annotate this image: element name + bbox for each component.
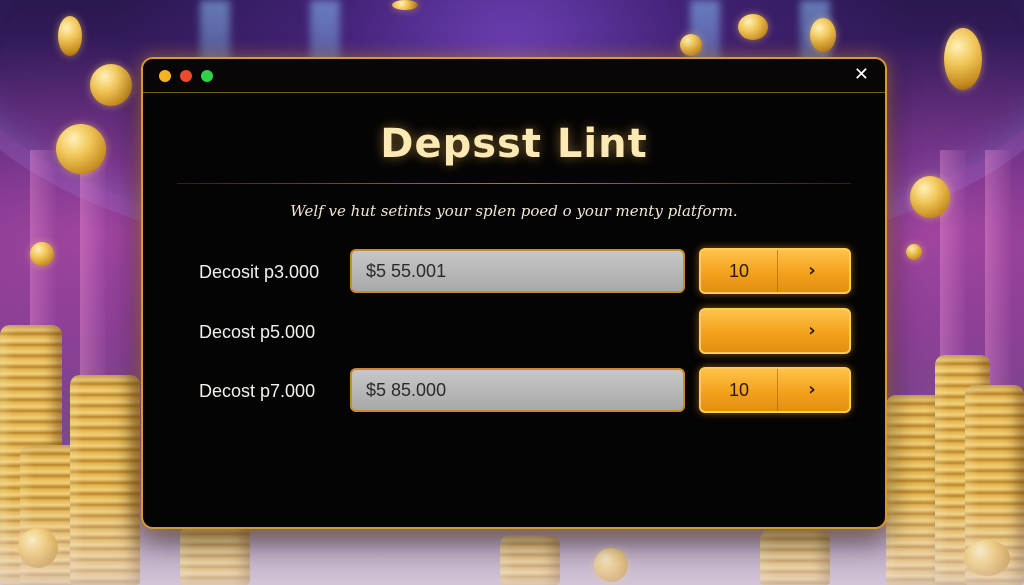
deposit-action-button[interactable]: 10 › — [699, 367, 851, 413]
dialog-title: Depsst Lint — [380, 121, 648, 167]
maximize-dot[interactable] — [201, 70, 213, 82]
dialog-subtitle: Welf ve hut setints your splen poed o yo… — [290, 202, 738, 220]
coin — [90, 64, 132, 106]
chevron-right-icon: › — [808, 260, 816, 281]
coin — [906, 244, 922, 260]
casino-background: ✕ Depsst Lint Welf ve hut setints your s… — [0, 0, 1024, 585]
title-divider — [177, 183, 851, 184]
deposit-action-button[interactable]: › — [699, 308, 851, 354]
coin — [392, 0, 418, 10]
coin — [680, 34, 702, 56]
deposit-row-label: Decost p7.000 — [199, 381, 316, 401]
deposit-row-label: Decosit p3.000 — [199, 262, 320, 282]
deposit-action-button[interactable]: 10 › — [699, 248, 851, 294]
minimize-dot[interactable] — [159, 70, 171, 82]
deposit-row-label: Decost p5.000 — [199, 322, 316, 342]
coin — [58, 16, 82, 56]
deposit-amount-input[interactable]: $5 85.000 — [350, 368, 685, 412]
deposit-quantity-value: 10 — [728, 380, 750, 400]
close-dot[interactable] — [180, 70, 192, 82]
chevron-right-icon: › — [808, 379, 816, 400]
coin — [56, 124, 106, 174]
deposit-quantity-value: 10 — [728, 261, 750, 281]
chevron-right-icon: › — [808, 320, 816, 341]
deposit-amount-input[interactable]: $5 55.001 — [350, 249, 685, 293]
title-bar: ✕ — [143, 59, 885, 93]
coin — [810, 18, 836, 52]
coin — [910, 176, 950, 218]
coin — [738, 14, 768, 40]
pillar — [80, 150, 106, 390]
pillar — [985, 150, 1011, 390]
coin — [30, 242, 54, 266]
coin — [944, 28, 982, 90]
deposit-dialog: ✕ Depsst Lint Welf ve hut setints your s… — [141, 57, 887, 529]
close-icon[interactable]: ✕ — [854, 65, 869, 85]
